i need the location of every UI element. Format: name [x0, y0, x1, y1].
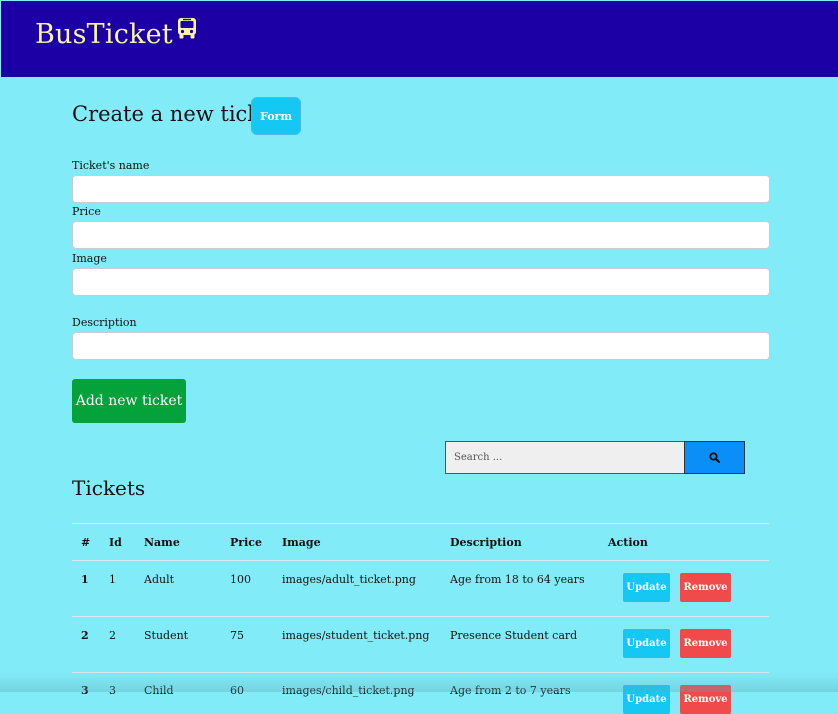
row-num: 2	[81, 629, 89, 642]
add-ticket-button[interactable]: Add new ticket	[72, 379, 186, 423]
top-navbar: BusTicket	[1, 1, 838, 77]
row-price: 100	[230, 573, 251, 586]
col-header-id: Id	[109, 536, 122, 549]
table-top-border	[72, 523, 769, 524]
col-header-num: #	[81, 536, 91, 549]
image-input[interactable]	[72, 268, 770, 296]
ticket-name-label: Ticket's name	[72, 159, 150, 172]
row-divider	[72, 560, 769, 561]
row-image: images/adult_ticket.png	[282, 573, 416, 586]
brand-logo[interactable]: BusTicket	[35, 18, 197, 50]
tickets-title: Tickets	[72, 476, 146, 500]
search-button[interactable]	[684, 441, 745, 474]
price-input[interactable]	[72, 221, 770, 249]
row-price: 75	[230, 629, 244, 642]
row-image: images/child_ticket.png	[282, 684, 415, 697]
remove-button[interactable]: Remove	[680, 685, 731, 714]
update-button[interactable]: Update	[623, 685, 670, 714]
ticket-name-input[interactable]	[72, 175, 770, 203]
brand-name: BusTicket	[35, 19, 173, 50]
description-input[interactable]	[72, 332, 770, 360]
price-label: Price	[72, 205, 101, 218]
col-header-image: Image	[282, 536, 321, 549]
row-divider	[72, 616, 769, 617]
remove-button[interactable]: Remove	[680, 629, 731, 658]
col-header-name: Name	[144, 536, 180, 549]
col-header-action: Action	[608, 536, 648, 549]
image-label: Image	[72, 252, 107, 265]
search-input[interactable]: Search ...	[445, 441, 685, 474]
row-id: 2	[109, 629, 116, 642]
description-label: Description	[72, 316, 137, 329]
row-num: 1	[81, 573, 89, 586]
row-id: 1	[109, 573, 116, 586]
col-header-description: Description	[450, 536, 522, 549]
row-num: 3	[81, 684, 89, 697]
update-button[interactable]: Update	[623, 629, 670, 658]
row-id: 3	[109, 684, 116, 697]
row-divider	[72, 672, 769, 673]
row-name: Student	[144, 629, 189, 642]
row-description: Presence Student card	[450, 629, 578, 642]
col-header-price: Price	[230, 536, 262, 549]
form-title: Create a new ticket	[72, 102, 281, 126]
row-name: Adult	[144, 573, 175, 586]
row-name: Child	[144, 684, 174, 697]
remove-button[interactable]: Remove	[680, 573, 731, 602]
bus-icon	[177, 15, 197, 46]
row-description: Age from 18 to 64 years	[450, 573, 585, 586]
row-price: 60	[230, 684, 244, 697]
update-button[interactable]: Update	[623, 573, 670, 602]
row-image: images/student_ticket.png	[282, 629, 430, 642]
row-description: Age from 2 to 7 years	[450, 684, 571, 697]
search-icon	[709, 448, 720, 467]
form-badge-button[interactable]: Form	[251, 97, 301, 135]
